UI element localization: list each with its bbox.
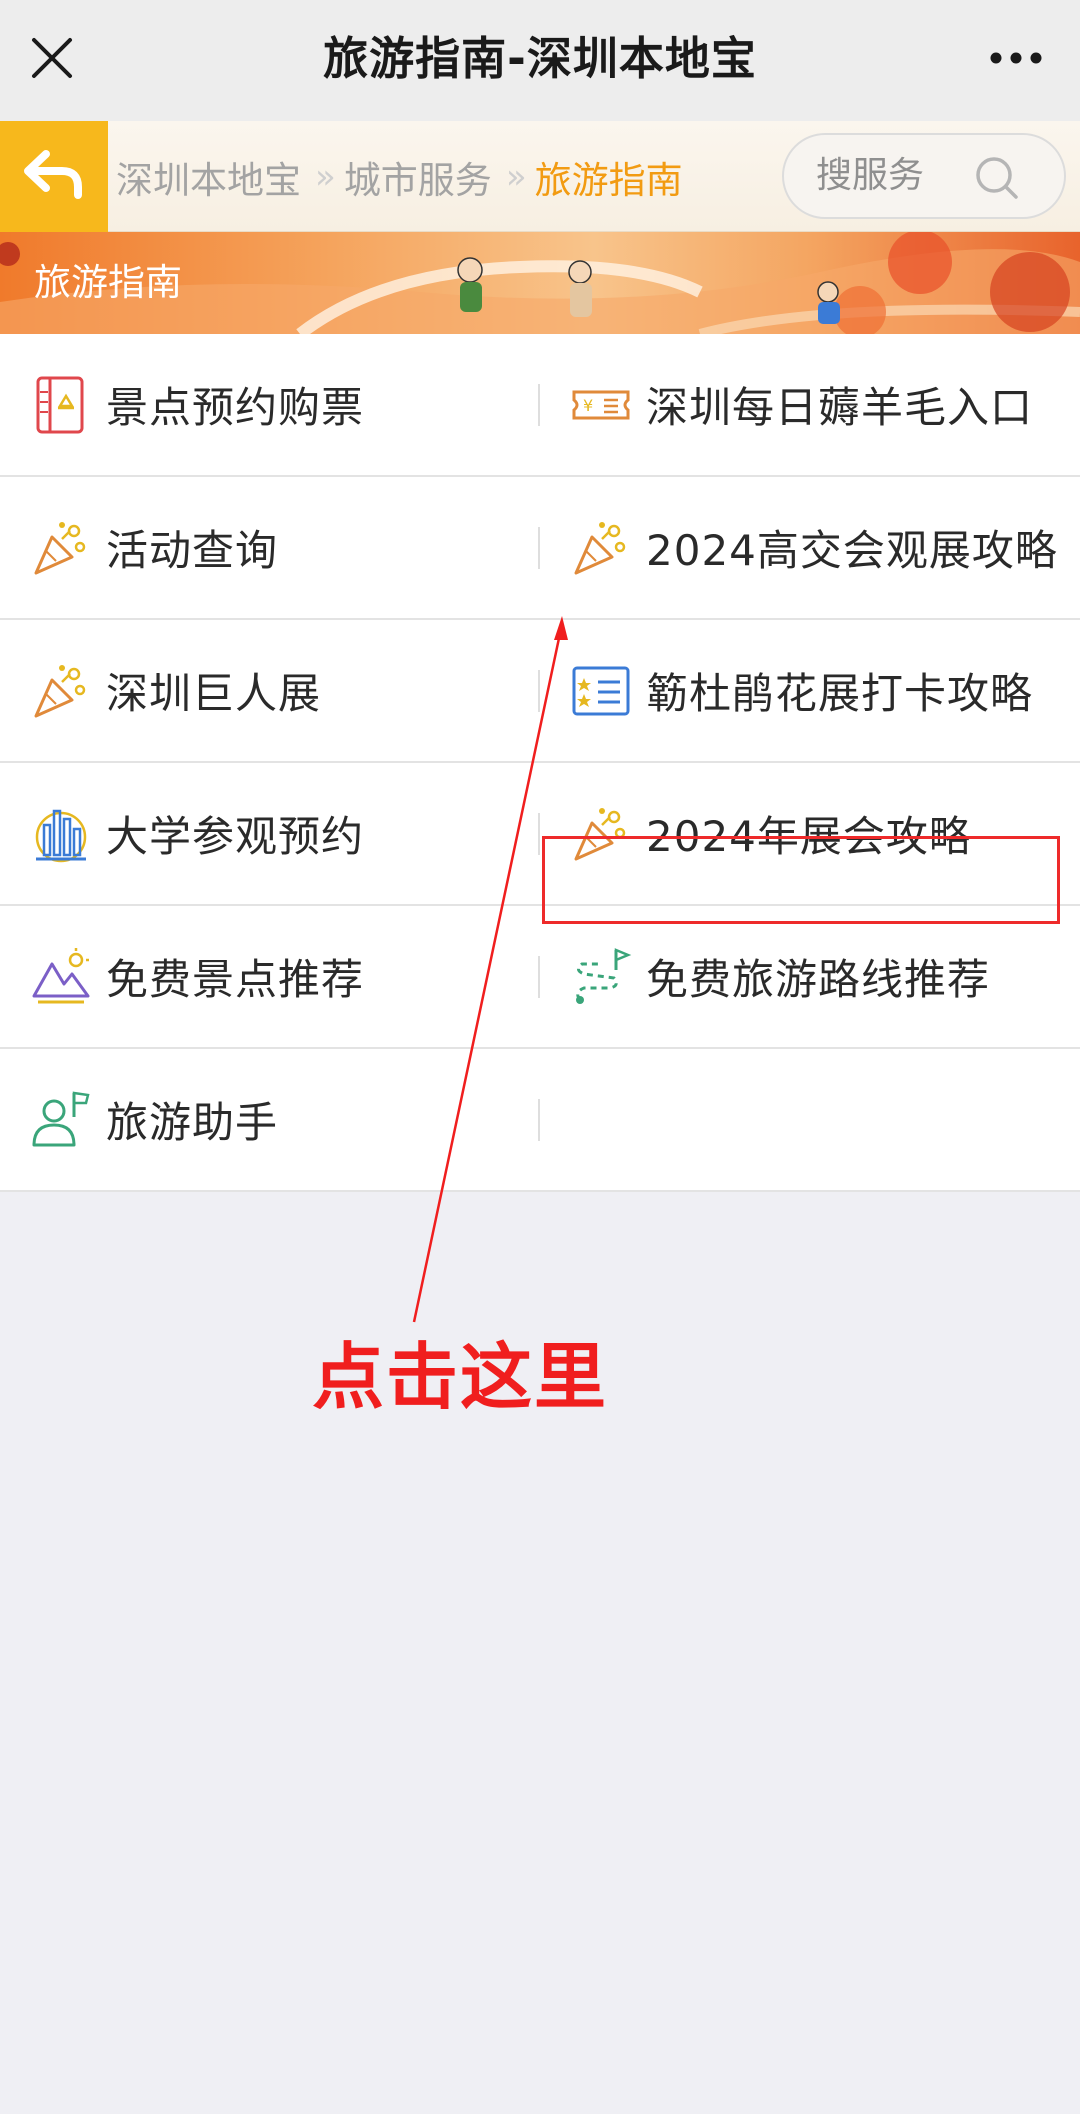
annotation-arrow — [412, 616, 568, 1323]
annotation-text: 点击这里 — [312, 1335, 609, 1419]
